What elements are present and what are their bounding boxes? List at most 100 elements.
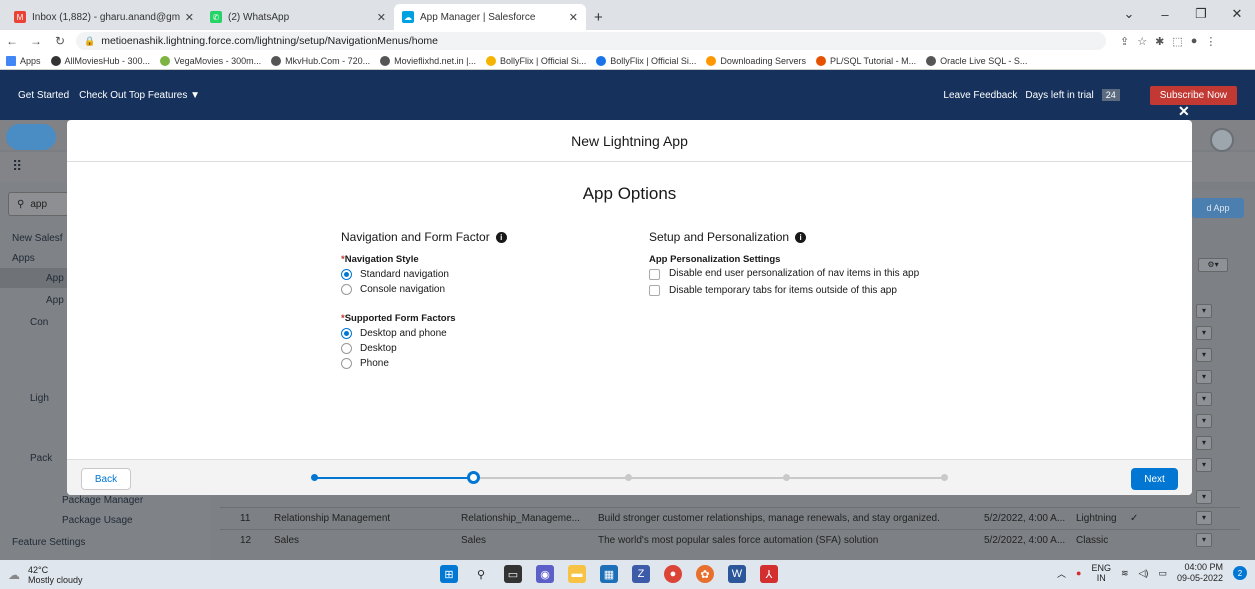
- bookmark-item[interactable]: MkvHub.Com - 720...: [271, 55, 370, 66]
- address-bar[interactable]: 🔒 metioenashik.lightning.force.com/light…: [76, 32, 1106, 50]
- windows-start-icon[interactable]: ⊞: [440, 565, 458, 583]
- next-button[interactable]: Next: [1131, 468, 1178, 490]
- navigation-style-label: *Navigation Style: [341, 254, 419, 265]
- clock[interactable]: 04:00 PM 09-05-2022: [1177, 562, 1223, 584]
- progress-fill: [314, 477, 472, 479]
- search-icon[interactable]: ⚲: [472, 565, 490, 583]
- close-window-icon[interactable]: ✕: [1219, 0, 1255, 28]
- app-launcher-icon[interactable]: ⠿: [12, 158, 22, 175]
- salesforce-logo: [6, 124, 56, 150]
- paint-icon[interactable]: ✿: [696, 565, 714, 583]
- language-indicator[interactable]: ENG IN: [1091, 563, 1111, 583]
- bookmark-favicon: [271, 55, 282, 66]
- info-icon[interactable]: i: [795, 231, 807, 243]
- share-icon[interactable]: ⇪: [1120, 35, 1129, 48]
- days-left-label: Days left in trial: [1025, 89, 1094, 101]
- acrobat-icon[interactable]: ⅄: [760, 565, 778, 583]
- row-action-dropdown[interactable]: ▾: [1196, 490, 1212, 504]
- row-action-dropdown[interactable]: ▾: [1196, 348, 1212, 362]
- progress-step-4: [783, 474, 790, 481]
- row-action-dropdown[interactable]: ▾: [1196, 436, 1212, 450]
- close-tab-icon[interactable]: ✕: [377, 11, 386, 24]
- bookmark-favicon: [596, 55, 607, 66]
- bookmark-item[interactable]: Movieflixhd.net.in |...: [380, 55, 476, 66]
- bookmark-item[interactable]: Oracle Live SQL - S...: [926, 55, 1027, 66]
- back-button[interactable]: Back: [81, 468, 131, 490]
- volume-icon[interactable]: ◁): [1139, 568, 1149, 579]
- avatar[interactable]: [1210, 128, 1234, 152]
- bookmark-favicon: [815, 55, 826, 66]
- row-action-dropdown[interactable]: ▾: [1196, 392, 1212, 406]
- bookmark-item[interactable]: AllMoviesHub - 300...: [50, 55, 150, 66]
- task-view-icon[interactable]: ▭: [504, 565, 522, 583]
- forward-arrow-icon[interactable]: →: [24, 34, 48, 48]
- close-tab-icon[interactable]: ✕: [185, 11, 194, 24]
- progress-step-3: [625, 474, 632, 481]
- bookmark-item[interactable]: BollyFlix | Official Si...: [486, 55, 586, 66]
- tray-app-icon[interactable]: ●: [1076, 568, 1081, 578]
- row-action-dropdown[interactable]: ▾: [1196, 458, 1212, 472]
- radio-phone[interactable]: Phone: [341, 358, 601, 369]
- bookmark-item[interactable]: Downloading Servers: [706, 55, 806, 66]
- radio-desktop[interactable]: Desktop: [341, 343, 601, 354]
- table-row: 12 Sales Sales The world's most popular …: [220, 529, 1240, 551]
- notification-badge[interactable]: 2: [1233, 566, 1247, 580]
- row-action-dropdown[interactable]: ▾: [1196, 414, 1212, 428]
- sidebar-item-feature-settings[interactable]: Feature Settings: [0, 532, 210, 552]
- leave-feedback-link[interactable]: Leave Feedback: [943, 90, 1017, 101]
- new-tab-button[interactable]: +: [586, 4, 611, 30]
- row-action-dropdown[interactable]: ▾: [1196, 370, 1212, 384]
- tab-gmail[interactable]: M Inbox (1,882) - gharu.anand@gm ✕: [6, 4, 202, 30]
- top-features-menu[interactable]: Check Out Top Features ▼: [79, 90, 200, 101]
- file-explorer-icon[interactable]: ▬: [568, 565, 586, 583]
- row-action-dropdown[interactable]: ▾: [1196, 326, 1212, 340]
- salesforce-cloud-icon: ☁: [402, 11, 414, 23]
- extension-icon[interactable]: ✱: [1155, 35, 1164, 48]
- lock-icon: 🔒: [84, 35, 96, 46]
- puzzle-icon[interactable]: ⬚: [1172, 35, 1182, 48]
- chrome-icon[interactable]: ●: [664, 565, 682, 583]
- radio-selected-icon: [341, 269, 352, 280]
- row-action-dropdown[interactable]: ▾: [1196, 511, 1212, 525]
- word-icon[interactable]: W: [728, 565, 746, 583]
- wifi-icon[interactable]: ≋: [1121, 568, 1129, 579]
- star-icon[interactable]: ☆: [1137, 35, 1147, 48]
- subscribe-now-button[interactable]: Subscribe Now: [1149, 85, 1237, 105]
- bookmark-item[interactable]: PL/SQL Tutorial - M...: [815, 55, 916, 66]
- bookmark-favicon: [486, 55, 497, 66]
- checkbox-disable-temporary-tabs[interactable]: Disable temporary tabs for items outside…: [649, 285, 939, 296]
- teams-chat-icon[interactable]: ◉: [536, 565, 554, 583]
- radio-console-navigation[interactable]: Console navigation: [341, 284, 601, 295]
- battery-icon[interactable]: ▭: [1158, 568, 1167, 579]
- menu-icon[interactable]: ⋮: [1205, 35, 1216, 48]
- gear-icon[interactable]: ⚙▾: [1198, 258, 1228, 272]
- tab-salesforce[interactable]: ☁ App Manager | Salesforce ✕: [394, 4, 586, 30]
- radio-standard-navigation[interactable]: Standard navigation: [341, 269, 601, 280]
- store-icon[interactable]: ▦: [600, 565, 618, 583]
- get-started-link[interactable]: Get Started: [18, 90, 69, 101]
- info-icon[interactable]: i: [495, 231, 507, 243]
- close-tab-icon[interactable]: ✕: [569, 11, 578, 24]
- minimize-icon[interactable]: –: [1147, 0, 1183, 28]
- reload-icon[interactable]: ↻: [48, 34, 72, 48]
- close-modal-icon[interactable]: ✕: [1178, 103, 1190, 120]
- radio-desktop-and-phone[interactable]: Desktop and phone: [341, 328, 601, 339]
- checkbox-disable-personalization[interactable]: Disable end user personalization of nav …: [649, 268, 929, 281]
- editor-icon[interactable]: Z: [632, 565, 650, 583]
- bookmark-item[interactable]: VegaMovies - 300m...: [160, 55, 261, 66]
- maximize-icon[interactable]: ❐: [1183, 0, 1219, 28]
- chevron-up-icon[interactable]: ︿: [1057, 567, 1066, 580]
- extensions: ⇪ ☆ ✱ ⬚ ● ⋮: [1120, 35, 1216, 48]
- bookmark-item[interactable]: BollyFlix | Official Si...: [596, 55, 696, 66]
- weather-widget[interactable]: 42°C Mostly cloudy: [28, 565, 83, 585]
- progress-step-2-current: [467, 471, 480, 484]
- row-action-dropdown[interactable]: ▾: [1196, 533, 1212, 547]
- row-action-dropdown[interactable]: ▾: [1196, 304, 1212, 318]
- bookmark-apps[interactable]: Apps: [6, 55, 41, 66]
- sidebar-item-package-usage[interactable]: Package Usage: [0, 510, 210, 530]
- profile-avatar[interactable]: ●: [1191, 35, 1198, 48]
- back-arrow-icon[interactable]: ←: [0, 34, 24, 48]
- tab-search-icon[interactable]: ⌄: [1111, 0, 1147, 28]
- new-app-button[interactable]: d App: [1192, 198, 1244, 218]
- tab-whatsapp[interactable]: ✆ (2) WhatsApp ✕: [202, 4, 394, 30]
